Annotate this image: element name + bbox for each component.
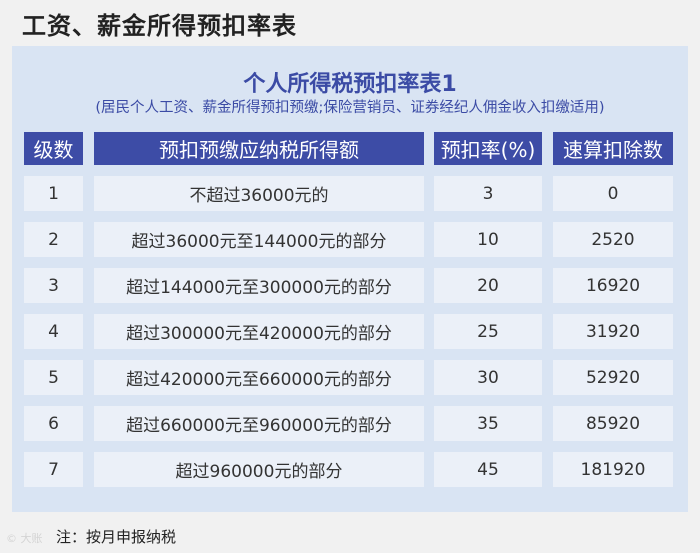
cell-taxable-income: 超过960000元的部分 [94,452,424,487]
table-row: 3 超过144000元至300000元的部分 20 16920 [12,268,688,303]
cell-rate: 30 [434,360,542,395]
page-heading: 工资、薪金所得预扣率表 [22,12,297,40]
cell-taxable-income: 超过420000元至660000元的部分 [94,360,424,395]
footnote: 注：按月申报纳税 [56,528,177,546]
cell-taxable-income: 超过36000元至144000元的部分 [94,222,424,257]
cell-quick-deduction: 16920 [553,268,673,303]
table-row: 4 超过300000元至420000元的部分 25 31920 [12,314,688,349]
cell-quick-deduction: 2520 [553,222,673,257]
table-row: 6 超过660000元至960000元的部分 35 85920 [12,406,688,441]
header-rate: 预扣率(%) [434,132,542,165]
cell-quick-deduction: 85920 [553,406,673,441]
tax-rate-table-card: 个人所得税预扣率表1 (居民个人工资、薪金所得预扣预缴;保险营销员、证券经纪人佣… [12,46,688,512]
cell-rate: 45 [434,452,542,487]
cell-level: 6 [24,406,83,441]
cell-taxable-income: 不超过36000元的 [94,176,424,211]
table-row: 1 不超过36000元的 3 0 [12,176,688,211]
cell-rate: 20 [434,268,542,303]
cell-level: 4 [24,314,83,349]
table-row: 5 超过420000元至660000元的部分 30 52920 [12,360,688,395]
table-title: 个人所得税预扣率表1 [243,72,457,97]
table-subtitle: (居民个人工资、薪金所得预扣预缴;保险营销员、证券经纪人佣金收入扣缴适用) [95,100,605,116]
cell-rate: 10 [434,222,542,257]
cell-rate: 35 [434,406,542,441]
cell-taxable-income: 超过300000元至420000元的部分 [94,314,424,349]
cell-level: 3 [24,268,83,303]
cell-rate: 25 [434,314,542,349]
cell-quick-deduction: 31920 [553,314,673,349]
cell-quick-deduction: 52920 [553,360,673,395]
header-taxable-income: 预扣预缴应纳税所得额 [94,132,424,165]
cell-taxable-income: 超过660000元至960000元的部分 [94,406,424,441]
table-row: 7 超过960000元的部分 45 181920 [12,452,688,487]
cell-level: 7 [24,452,83,487]
header-quick-deduction: 速算扣除数 [553,132,673,165]
watermark: © 大账 [6,532,43,545]
cell-level: 2 [24,222,83,257]
cell-quick-deduction: 181920 [553,452,673,487]
cell-level: 5 [24,360,83,395]
cell-quick-deduction: 0 [553,176,673,211]
header-level: 级数 [24,132,83,165]
cell-rate: 3 [434,176,542,211]
cell-taxable-income: 超过144000元至300000元的部分 [94,268,424,303]
cell-level: 1 [24,176,83,211]
table-row: 2 超过36000元至144000元的部分 10 2520 [12,222,688,257]
